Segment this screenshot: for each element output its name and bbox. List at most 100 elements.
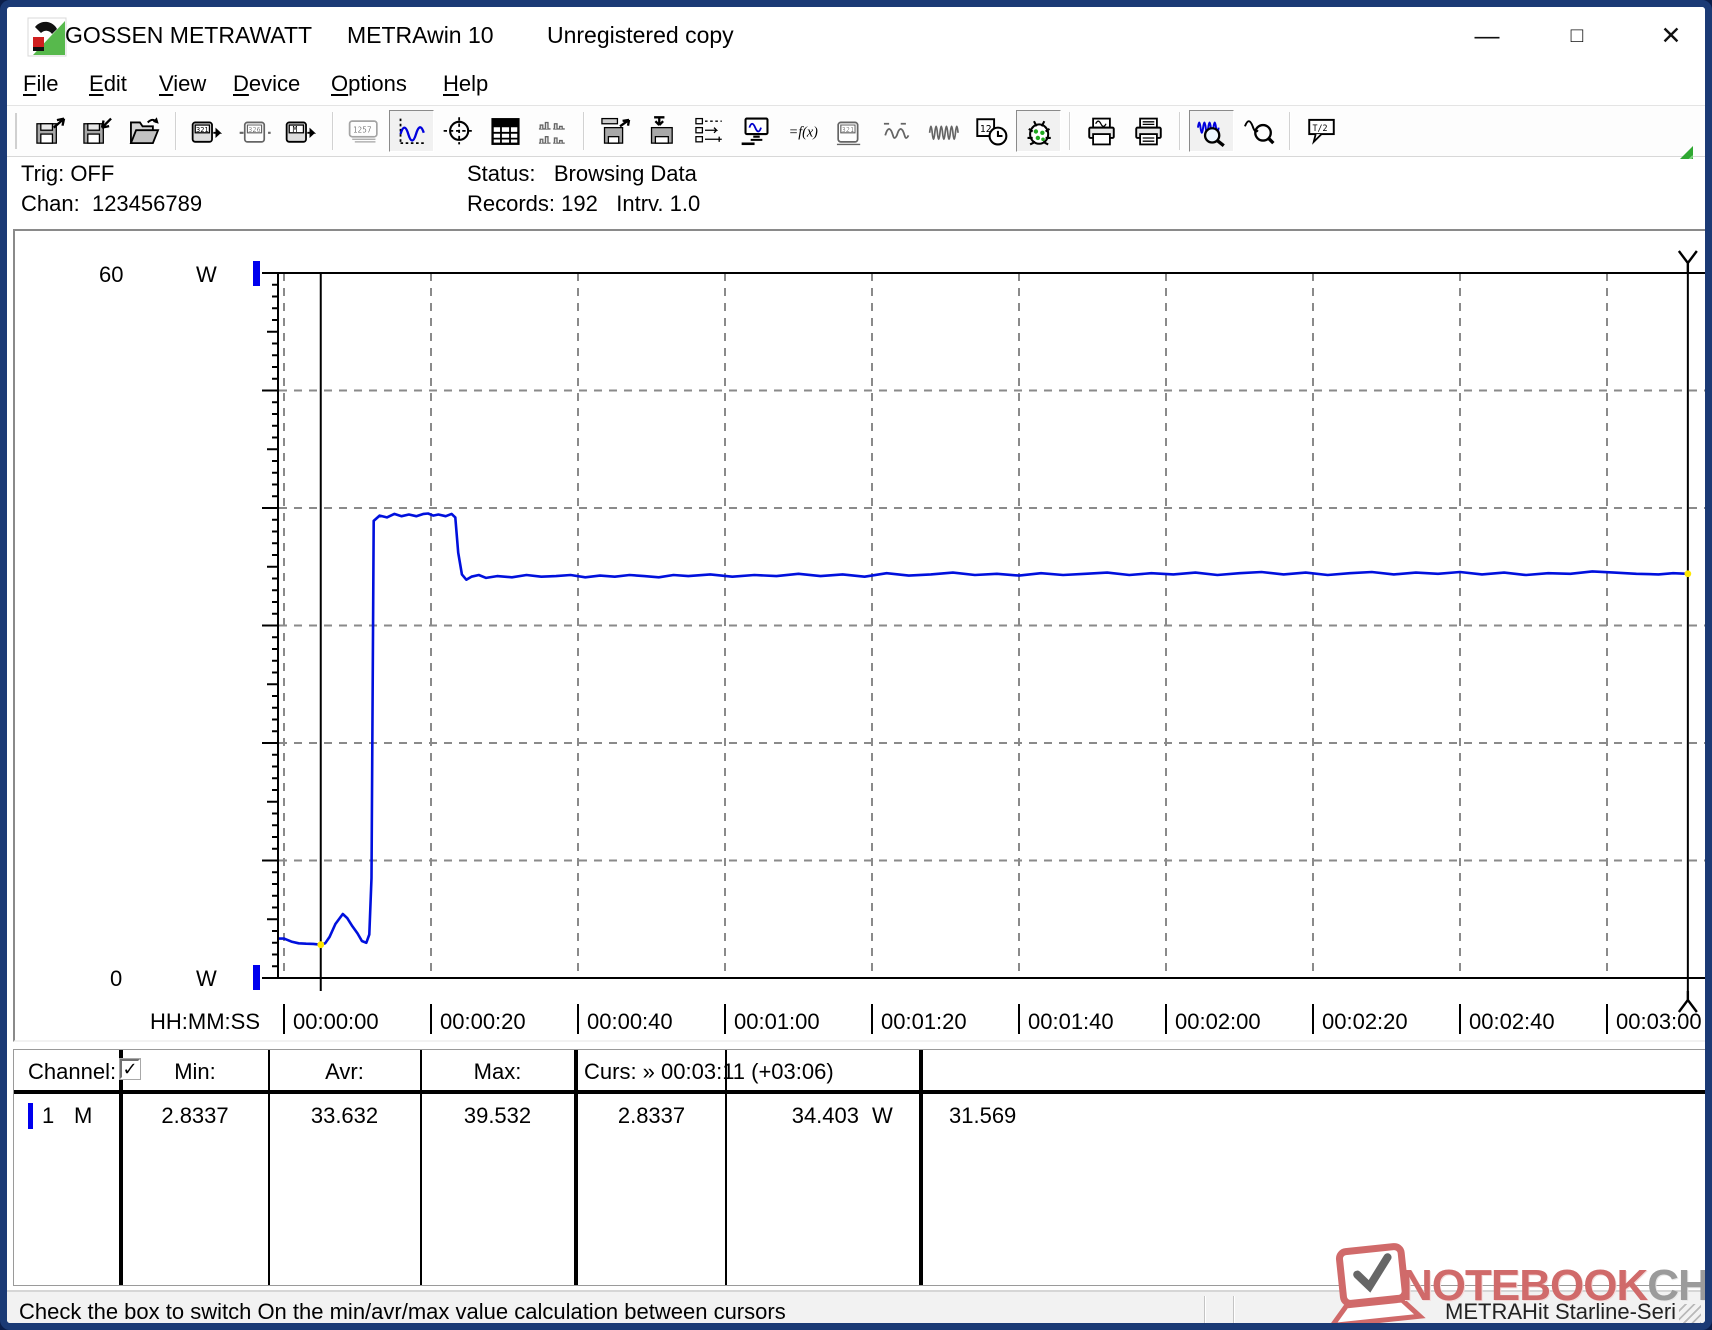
x-tick-label: 00:03:00: [1616, 1009, 1702, 1034]
trigger-status: Trig: OFF: [21, 161, 114, 187]
svg-text:326: 326: [248, 125, 261, 133]
online-monitor-button[interactable]: [734, 110, 779, 152]
import-data-button[interactable]: [640, 110, 685, 152]
maximize-button[interactable]: □: [1555, 15, 1599, 57]
menu-file[interactable]: File: [23, 71, 58, 97]
send-device-button: 326: [232, 110, 277, 152]
save-file-icon: [34, 116, 67, 147]
toolbar-separator: [1289, 112, 1291, 150]
toolbar-separator: [175, 112, 177, 150]
license-label: Unregistered copy: [547, 22, 734, 49]
zoom-time-icon: [1195, 116, 1228, 147]
cursor-mode-icon: [442, 116, 475, 147]
cell-channel-number[interactable]: 1: [42, 1103, 54, 1129]
print-chart-icon: [1085, 116, 1118, 147]
table-divider: [420, 1050, 422, 1285]
chart-panel[interactable]: 60W0WHH:MM:SS00:00:0000:00:2000:00:4000:…: [13, 229, 1712, 1042]
zoom-amplitude-icon: [1242, 116, 1275, 147]
menu-view[interactable]: View: [159, 71, 206, 97]
open-file-button[interactable]: [122, 110, 167, 152]
wave-burst-icon: [928, 116, 961, 147]
table-divider: [574, 1050, 578, 1285]
formula-fx-button[interactable]: =f(x): [781, 110, 826, 152]
x-tick-label: 00:00:20: [440, 1009, 526, 1034]
channel-setup-icon: [693, 116, 726, 147]
table-divider: [119, 1050, 123, 1285]
print-report-button[interactable]: [1126, 110, 1171, 152]
chart-view-icon: [395, 116, 428, 147]
y-min-label: 0: [110, 966, 122, 991]
menu-device[interactable]: Device: [233, 71, 300, 97]
x-tick-label: 00:02:00: [1175, 1009, 1261, 1034]
cell-channel-unit: M: [74, 1103, 92, 1129]
multimeter-display-icon: 1257: [348, 116, 381, 147]
table-divider: [268, 1050, 270, 1285]
print-chart-button[interactable]: [1079, 110, 1124, 152]
svg-text:1257: 1257: [353, 125, 372, 134]
device-config-icon: 321: [834, 116, 867, 147]
y-min-marker: [253, 965, 260, 990]
cell-cursor-a: 2.8337: [578, 1103, 725, 1129]
online-monitor-icon: [740, 116, 773, 147]
x-tick-label: 00:00:00: [293, 1009, 379, 1034]
menu-edit[interactable]: Edit: [89, 71, 127, 97]
wave-compare-icon: [881, 116, 914, 147]
read-device-button[interactable]: 321: [185, 110, 230, 152]
save-as-button[interactable]: [75, 110, 120, 152]
x-tick-label: 00:00:40: [587, 1009, 673, 1034]
resize-grip[interactable]: [1679, 1304, 1701, 1326]
print-report-icon: [1132, 116, 1165, 147]
col-header-cursor: Curs: » 00:03:11 (+03:06): [584, 1059, 834, 1085]
toolbar-separator: [1179, 112, 1181, 150]
measurement-table: Channel: ✓ Min: Avr: Max: Curs: » 00:03:…: [13, 1049, 1712, 1286]
minimize-button[interactable]: —: [1465, 15, 1509, 57]
cursor-value-dot: [317, 941, 324, 948]
toolbar-separator: [583, 112, 585, 150]
x-tick-label: 00:01:40: [1028, 1009, 1114, 1034]
export-data-button[interactable]: [593, 110, 638, 152]
debug-bug-icon: [1022, 116, 1055, 147]
save-file-button[interactable]: [28, 110, 73, 152]
x-tick-label: 00:02:20: [1322, 1009, 1408, 1034]
wave-burst-button: [922, 110, 967, 152]
hint-tooltip-button[interactable]: T/2: [1299, 110, 1344, 152]
read-device-icon: 321: [191, 116, 224, 147]
app-title: METRAwin 10: [347, 22, 494, 49]
time-setup-button[interactable]: 12: [969, 110, 1014, 152]
cell-avr: 33.632: [269, 1103, 420, 1129]
statusbar-divider: [1233, 1296, 1235, 1326]
close-button[interactable]: ✕: [1649, 15, 1693, 57]
series-line: [279, 514, 1688, 945]
cell-cursor-b-unit: W: [872, 1103, 893, 1129]
channel-setup-button[interactable]: [687, 110, 732, 152]
app-logo-icon: [27, 17, 67, 57]
debug-bug-button[interactable]: [1016, 110, 1061, 152]
zoom-time-button[interactable]: [1189, 110, 1234, 152]
wave-compare-button: [875, 110, 920, 152]
cell-min: 2.8337: [121, 1103, 269, 1129]
read-memory-button[interactable]: M: [279, 110, 324, 152]
read-memory-icon: M: [285, 116, 318, 147]
open-file-icon: [128, 116, 161, 147]
cursor-mode-button[interactable]: [436, 110, 481, 152]
power-chart[interactable]: 60W0WHH:MM:SS00:00:0000:00:2000:00:4000:…: [13, 229, 1712, 1047]
histogram-view-icon: [536, 116, 569, 147]
cursor-value-dot: [1684, 570, 1691, 577]
toolbar-grip[interactable]: [15, 113, 19, 149]
histogram-view-button: [530, 110, 575, 152]
records-readout: Records: 192 Intrv. 1.0: [467, 191, 700, 217]
device-config-button: 321: [828, 110, 873, 152]
menu-options[interactable]: Options: [331, 71, 407, 97]
col-header-max: Max:: [421, 1059, 574, 1085]
channel-status: Chan: 123456789: [21, 191, 202, 217]
statusbar-divider: [1204, 1296, 1206, 1326]
zoom-amplitude-button[interactable]: [1236, 110, 1281, 152]
cell-cursor-b: 34.403: [729, 1103, 859, 1129]
time-setup-icon: 12: [975, 116, 1008, 147]
x-tick-label: 00:02:40: [1469, 1009, 1555, 1034]
toolbar-separator: [1069, 112, 1071, 150]
metrawin-window: GOSSEN METRAWATT METRAwin 10 Unregistere…: [0, 0, 1712, 1330]
chart-view-button[interactable]: [389, 110, 434, 152]
menu-help[interactable]: Help: [443, 71, 488, 97]
table-view-button[interactable]: [483, 110, 528, 152]
